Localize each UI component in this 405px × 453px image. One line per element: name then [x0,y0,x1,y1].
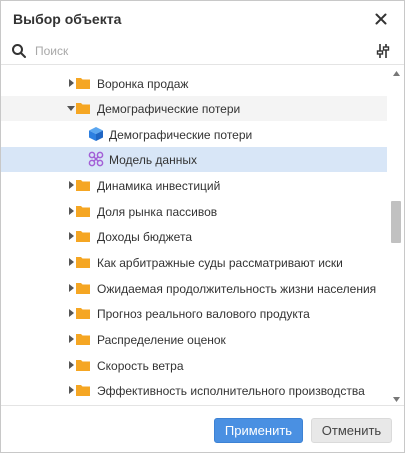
tree-row[interactable]: Эффективность исполнительного производст… [1,378,387,403]
tree-row-label: Ожидаемая продолжительность жизни населе… [97,282,377,296]
scroll-thumb[interactable] [391,201,401,243]
search-bar [1,37,404,65]
tree-row-label: Скорость ветра [97,359,184,373]
tree-row-label: Как арбитражные суды рассматривают иски [97,256,343,270]
tree-row[interactable]: Демографические потери [1,122,387,147]
folder-icon [76,360,90,371]
folder-icon [76,334,90,345]
dialog-title: Выбор объекта [13,11,122,27]
tree-row-label: Доля рынка пассивов [97,205,218,219]
scroll-up-button[interactable] [388,66,404,80]
filter-settings-icon[interactable] [374,42,392,60]
tree-row[interactable]: Ожидаемая продолжительность жизни населе… [1,276,387,301]
folder-icon [76,103,90,114]
folder-icon [76,308,90,319]
expand-arrow-icon[interactable] [67,309,75,317]
tree-row-label: Прогноз реального валового продукта [97,307,310,321]
expand-arrow-icon[interactable] [67,335,75,343]
expand-arrow-icon[interactable] [67,181,75,189]
tree-row-label: Динамика инвестиций [97,179,221,193]
tree-row-label: Модель данных [109,153,197,167]
search-icon [12,44,26,58]
tree-row[interactable]: Демографические потери [1,96,387,121]
close-icon [375,13,387,25]
vertical-scrollbar[interactable] [388,66,404,406]
folder-icon [76,283,90,294]
cancel-button[interactable]: Отменить [311,418,392,443]
folder-icon [76,180,90,191]
tree-row[interactable]: Доля рынка пассивов [1,199,387,224]
expand-arrow-icon[interactable] [67,284,75,292]
scroll-down-button[interactable] [388,392,404,406]
object-selection-dialog: Выбор объекта Воронка продаж [0,0,405,453]
folder-icon [76,231,90,242]
tree-row[interactable]: Динамика инвестиций [1,173,387,198]
dialog-header: Выбор объекта [1,1,404,37]
tree-row[interactable]: Как арбитражные суды рассматривают иски [1,250,387,275]
object-tree: Воронка продаж Демографические потери Де… [1,66,404,406]
expand-arrow-icon[interactable] [67,79,75,87]
expand-arrow-icon[interactable] [67,386,75,394]
tree-row[interactable]: Распределение оценок [1,327,387,352]
expand-arrow-icon[interactable] [67,258,75,266]
cube-icon [89,127,103,141]
tree-row-label: Демографические потери [97,102,241,116]
folder-icon [76,385,90,396]
scroll-up-arrow-icon [392,70,400,76]
tree-row-label: Доходы бюджета [97,230,192,244]
tree-row[interactable]: Скорость ветра [1,353,387,378]
scroll-down-arrow-icon [392,396,400,402]
expand-arrow-icon[interactable] [67,232,75,240]
collapse-arrow-icon[interactable] [67,104,75,112]
close-button[interactable] [372,10,390,28]
dialog-footer: Применить Отменить [1,405,404,452]
expand-arrow-icon[interactable] [67,207,75,215]
data-model-icon [88,151,104,167]
search-input[interactable] [35,40,355,62]
folder-icon [76,78,90,89]
folder-icon [76,206,90,217]
folder-icon [76,257,90,268]
tree-row[interactable]: Прогноз реального валового продукта [1,301,387,326]
tree-row-label: Эффективность исполнительного производст… [97,384,365,398]
tree-row[interactable]: Доходы бюджета [1,224,387,249]
tree-row-label: Демографические потери [109,128,253,142]
expand-arrow-icon[interactable] [67,361,75,369]
apply-button[interactable]: Применить [214,418,303,443]
tree-row-label: Распределение оценок [97,333,226,347]
tree-row-selected[interactable]: Модель данных [1,147,387,172]
tree-row[interactable]: Воронка продаж [1,71,387,96]
tree-row-label: Воронка продаж [97,77,189,91]
